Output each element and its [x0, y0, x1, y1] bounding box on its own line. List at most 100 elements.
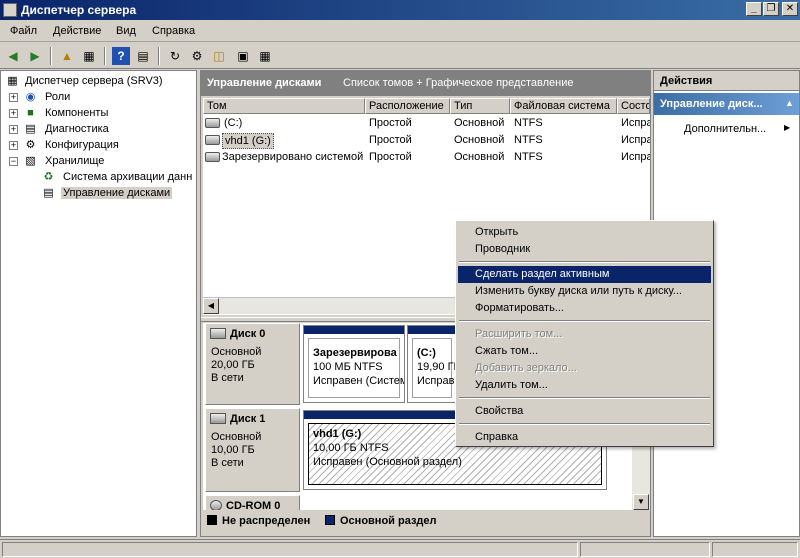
- tree-item-backup[interactable]: ♻ Система архивации данн: [41, 170, 195, 186]
- tree-item-label: Диагностика: [45, 123, 109, 135]
- expand-icon[interactable]: +: [9, 125, 18, 134]
- settings-icon[interactable]: ▦: [256, 47, 274, 65]
- column-header-filesystem[interactable]: Файловая система: [510, 98, 617, 114]
- tree-item-disk-management[interactable]: ▤ Управление дисками: [41, 186, 195, 202]
- menu-item-open[interactable]: Открыть: [458, 224, 711, 241]
- volume-type: Основной: [454, 117, 505, 129]
- expand-icon[interactable]: +: [9, 109, 18, 118]
- menu-item-delete-volume[interactable]: Удалить том...: [458, 377, 711, 394]
- menu-help[interactable]: Справка: [152, 25, 195, 37]
- table-row[interactable]: Зарезервировано системой Простой Основно…: [203, 149, 650, 166]
- rescan-icon[interactable]: ▣: [234, 47, 252, 65]
- close-button[interactable]: ✕: [782, 2, 798, 16]
- legend-unallocated-swatch: [207, 515, 217, 525]
- legend-primary-swatch: [325, 515, 335, 525]
- configuration-icon: ⚙: [25, 139, 36, 151]
- action-more-actions[interactable]: Дополнительн...: [684, 123, 766, 135]
- column-header-type[interactable]: Тип: [450, 98, 510, 114]
- title-bar: Диспетчер сервера _ ❐ ✕: [0, 0, 800, 20]
- refresh-icon[interactable]: ↻: [166, 47, 184, 65]
- actions-section-disk-management[interactable]: Управление диск... ▲: [654, 93, 799, 115]
- menu-file[interactable]: Файл: [10, 25, 37, 37]
- menu-item-mark-active[interactable]: Сделать раздел активным: [458, 266, 711, 283]
- volume-name: vhd1 (G:): [222, 133, 274, 149]
- volume-filesystem: NTFS: [514, 117, 543, 129]
- collapse-up-icon[interactable]: ▲: [785, 98, 794, 108]
- tree-item-diagnostics[interactable]: + ▤ Диагностика: [9, 122, 195, 138]
- tree-item-label: Управление дисками: [61, 187, 173, 199]
- menu-item-properties[interactable]: Свойства: [458, 403, 711, 420]
- menu-item-shrink-volume[interactable]: Сжать том...: [458, 343, 711, 360]
- status-bar: [0, 539, 800, 558]
- features-icon: ■: [27, 107, 34, 119]
- server-manager-icon: ▦: [7, 75, 18, 87]
- tree-root-label: Диспетчер сервера (SRV3): [25, 75, 163, 87]
- back-arrow-icon[interactable]: ◀: [4, 47, 22, 65]
- column-header-status[interactable]: Состо: [617, 98, 650, 114]
- properties-icon[interactable]: ⚙: [188, 47, 206, 65]
- volume-icon: [205, 135, 220, 145]
- partition-size: 19,90 ГБ: [417, 361, 457, 373]
- storage-icon: ▧: [25, 155, 36, 167]
- legend-unallocated-label: Не распределен: [222, 515, 311, 527]
- tree-item-label: Конфигурация: [45, 139, 119, 151]
- pane-title: Управление дисками: [207, 77, 322, 89]
- help-icon[interactable]: ?: [112, 47, 130, 65]
- pane-view-description: Список томов + Графическое представление: [343, 77, 574, 89]
- actions-section-label: Управление диск...: [660, 98, 763, 110]
- forward-arrow-icon[interactable]: ▶: [26, 47, 44, 65]
- table-row[interactable]: (C:) Простой Основной NTFS Испра: [203, 115, 650, 132]
- disk-size: 20,00 ГБ: [211, 359, 255, 371]
- server-manager-app-icon: [3, 3, 17, 17]
- tree-item-label: Система архивации данн: [63, 171, 193, 183]
- menu-item-format[interactable]: Форматировать...: [458, 300, 711, 317]
- menu-item-help[interactable]: Справка: [458, 429, 711, 446]
- volume-status: Испра: [621, 151, 650, 163]
- tree-item-features[interactable]: + ■ Компоненты: [9, 106, 195, 122]
- show-hide-tree-icon[interactable]: ▦: [80, 47, 98, 65]
- expand-icon[interactable]: +: [9, 93, 18, 102]
- context-menu: Открыть Проводник Сделать раздел активны…: [455, 220, 714, 447]
- volume-status: Испра: [621, 117, 650, 129]
- disk-size: 10,00 ГБ: [211, 444, 255, 456]
- open-icon[interactable]: ◫: [210, 47, 228, 65]
- expand-icon[interactable]: +: [9, 141, 18, 150]
- cdrom-0-label[interactable]: CD-ROM 0: [205, 495, 300, 510]
- up-folder-icon[interactable]: ▲: [58, 47, 76, 65]
- maximize-button[interactable]: ❐: [763, 2, 779, 16]
- disk-0-label[interactable]: Диск 0 Основной 20,00 ГБ В сети: [205, 323, 300, 405]
- volume-layout: Простой: [369, 151, 412, 163]
- toolbar-separator: [104, 47, 106, 65]
- tree-root[interactable]: ▦ Диспетчер сервера (SRV3): [5, 74, 195, 90]
- tree-item-configuration[interactable]: + ⚙ Конфигурация: [9, 138, 195, 154]
- column-header-volume[interactable]: Том: [203, 98, 365, 114]
- menu-item-change-drive-letter[interactable]: Изменить букву диска или путь к диску...: [458, 283, 711, 300]
- collapse-icon[interactable]: −: [9, 157, 18, 166]
- table-row[interactable]: vhd1 (G:) Простой Основной NTFS Испра: [203, 132, 650, 149]
- legend-primary-label: Основной раздел: [340, 515, 437, 527]
- tree-item-roles[interactable]: + ◉ Роли: [9, 90, 195, 106]
- toolbar: ◀ ▶ ▲ ▦ ? ▤ ↻ ⚙ ◫ ▣ ▦: [0, 43, 800, 69]
- show-hide-action-pane-icon[interactable]: ▤: [134, 47, 152, 65]
- scroll-down-icon[interactable]: ▼: [633, 494, 649, 510]
- disk-name: Диск 0: [230, 328, 266, 340]
- volume-type: Основной: [454, 134, 505, 146]
- menu-action[interactable]: Действие: [53, 25, 101, 37]
- tree-item-storage[interactable]: − ▧ Хранилище: [9, 154, 195, 170]
- volume-layout: Простой: [369, 134, 412, 146]
- minimize-button[interactable]: _: [746, 2, 762, 16]
- submenu-arrow-icon: ▶: [784, 123, 791, 132]
- partition-c[interactable]: (C:) 19,90 ГБ Исправ: [407, 325, 457, 403]
- backup-icon: ♻: [43, 171, 54, 183]
- actions-header-label: Действия: [660, 75, 713, 87]
- partition-system-reserved[interactable]: Зарезервирова 100 МБ NTFS Исправен (Сист…: [303, 325, 405, 403]
- disk-type: Основной: [211, 346, 262, 358]
- disk-icon: [210, 328, 226, 339]
- menu-item-extend-volume: Расширить том...: [475, 328, 563, 340]
- column-header-layout[interactable]: Расположение: [365, 98, 450, 114]
- menu-item-explorer[interactable]: Проводник: [458, 241, 711, 258]
- volume-status: Испра: [621, 134, 650, 146]
- scroll-left-icon[interactable]: ◀: [203, 298, 219, 314]
- menu-view[interactable]: Вид: [116, 25, 136, 37]
- disk-1-label[interactable]: Диск 1 Основной 10,00 ГБ В сети: [205, 408, 300, 492]
